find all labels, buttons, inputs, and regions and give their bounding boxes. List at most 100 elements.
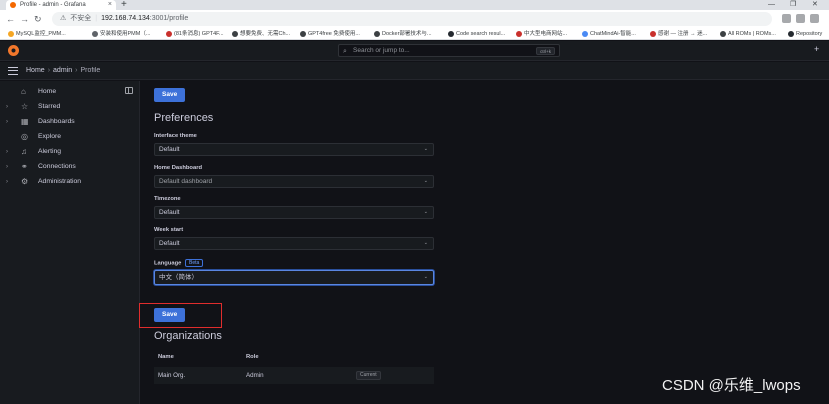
highlight-annotation-box: [139, 303, 222, 328]
sidebar-item-starred[interactable]: › ☆ Starred: [0, 100, 138, 114]
sidebar-item-dashboards[interactable]: › ▦ Dashboards: [0, 115, 138, 129]
organizations-heading: Organizations: [154, 330, 222, 342]
bookmark-favicon-icon: [166, 31, 172, 37]
bookmark-label: ChatMindAi-智能...: [590, 31, 636, 37]
sidebar-item-label: Home: [38, 88, 57, 95]
bookmark-favicon-icon: [720, 31, 726, 37]
bookmark-label: MySQL监控_PMM...: [16, 31, 66, 37]
sidebar-item-label: Explore: [38, 133, 62, 140]
translate-icon[interactable]: [782, 14, 791, 23]
chevron-right-icon[interactable]: ›: [6, 145, 8, 159]
bookmark-item[interactable]: All ROMs | ROMs...: [720, 28, 776, 40]
sidebar-nav: ⌂ Home › ☆ Starred › ▦ Dashboards ◎ Explore › ♫ Aler…: [0, 81, 140, 404]
chevron-right-icon[interactable]: ›: [6, 160, 8, 174]
bookmark-favicon-icon: [300, 31, 306, 37]
bookmark-item[interactable]: Repository: [788, 28, 822, 40]
bookmark-item[interactable]: 中大型电商网站...: [516, 28, 567, 40]
language-label-text: Language: [154, 260, 182, 267]
search-icon: ⌕: [343, 48, 347, 55]
sidebar-item-administration[interactable]: › ⚙ Administration: [0, 175, 138, 189]
browser-tab-strip: Profile - admin - Grafana × + — ❐ ✕: [0, 0, 829, 10]
breadcrumb-admin-link[interactable]: admin: [53, 67, 72, 74]
bookmark-item[interactable]: GPT4free 免费使用...: [300, 28, 360, 40]
bookmark-label: GPT4free 免费使用...: [308, 31, 360, 37]
forward-arrow-icon[interactable]: →: [20, 12, 29, 26]
week-start-select[interactable]: Default ⌄: [154, 237, 434, 250]
bookmark-label: Docker部署技术与...: [382, 31, 432, 37]
bookmark-item[interactable]: 感谢 — 注册 → 迷...: [650, 28, 707, 40]
search-input[interactable]: ⌕ Search or jump to... ctrl+k: [338, 44, 560, 57]
bookmark-item[interactable]: ChatMindAi-智能...: [582, 28, 636, 40]
grafana-logo-icon[interactable]: [8, 45, 19, 56]
menu-toggle-icon[interactable]: [8, 67, 18, 75]
apps-icon: ▦: [21, 117, 29, 126]
breadcrumb: Home › admin › Profile: [26, 66, 100, 76]
star-icon: ☆: [21, 102, 29, 111]
window-minimize-icon[interactable]: —: [768, 0, 775, 10]
link-icon: ⚭: [21, 162, 28, 171]
breadcrumb-current-page: Profile: [80, 67, 101, 74]
interface-theme-select[interactable]: Default ⌄: [154, 143, 434, 156]
grafana-top-bar: ⌕ Search or jump to... ctrl+k +: [0, 41, 829, 61]
back-arrow-icon[interactable]: ←: [6, 12, 15, 26]
beta-badge: Beta: [185, 259, 204, 267]
bookmark-item[interactable]: 安装和使用PMM（...: [92, 28, 150, 40]
bookmark-label: Code search resul...: [456, 31, 506, 37]
bookmark-item[interactable]: Docker部署技术与...: [374, 28, 432, 40]
chevron-down-icon: ⌄: [423, 240, 428, 246]
address-bar[interactable]: ⚠ 不安全 | 192.168.74.134:3001/profile: [52, 12, 772, 26]
timezone-select[interactable]: Default ⌄: [154, 206, 434, 219]
chevron-right-icon[interactable]: ›: [6, 115, 8, 129]
window-close-icon[interactable]: ✕: [812, 0, 818, 10]
sidebar-item-explore[interactable]: ◎ Explore: [0, 130, 138, 144]
breadcrumb-separator: ›: [75, 67, 78, 74]
window-maximize-icon[interactable]: ❐: [790, 0, 796, 10]
insecure-label: 不安全: [70, 15, 92, 22]
url-host: 192.168.74.134: [101, 15, 150, 22]
chevron-down-icon: ⌄: [423, 209, 428, 215]
sidebar-item-label: Alerting: [38, 148, 62, 155]
browser-tab-active[interactable]: Profile - admin - Grafana ×: [6, 0, 116, 10]
compass-icon: ◎: [21, 132, 28, 141]
address-separator: |: [95, 15, 98, 22]
home-dashboard-select[interactable]: Default dashboard ⌄: [154, 175, 434, 188]
breadcrumb-separator: ›: [47, 67, 51, 74]
org-role-cell: Admin: [246, 372, 264, 379]
bookmark-item[interactable]: 想要免费、无需Ch...: [232, 28, 290, 40]
chevron-right-icon[interactable]: ›: [6, 100, 8, 114]
bookmarks-bar: MySQL监控_PMM... 安装和使用PMM（... (81条消息) GPT4F.…: [0, 28, 829, 40]
home-icon: ⌂: [21, 87, 26, 96]
week-start-value: Default: [159, 240, 180, 247]
bookmark-label: All ROMs | ROMs...: [728, 31, 776, 37]
timezone-label: Timezone: [154, 196, 181, 202]
sidebar-item-home[interactable]: ⌂ Home: [0, 85, 138, 99]
bookmark-item[interactable]: (81条消息) GPT4F...: [166, 28, 224, 40]
home-dashboard-label: Home Dashboard: [154, 165, 202, 171]
browser-toolbar: ← → ↻ ⚠ 不安全 | 192.168.74.134:3001/profile: [0, 10, 829, 28]
reload-icon[interactable]: ↻: [34, 12, 42, 26]
grafana-favicon-icon: [10, 2, 16, 8]
tab-close-icon[interactable]: ×: [108, 0, 112, 10]
share-icon[interactable]: [796, 14, 805, 23]
language-value: 中文（简体）: [159, 274, 198, 281]
bookmark-item[interactable]: Code search resul...: [448, 28, 505, 40]
bookmark-label: 中大型电商网站...: [524, 31, 568, 37]
bookmark-label: 安装和使用PMM（...: [100, 31, 151, 37]
bookmark-item[interactable]: MySQL监控_PMM...: [8, 28, 66, 40]
add-new-button[interactable]: +: [814, 44, 819, 54]
language-select[interactable]: 中文（简体） ⌄: [154, 270, 434, 285]
chevron-down-icon: ⌄: [423, 178, 428, 184]
breadcrumb-home-link[interactable]: Home: [26, 67, 45, 74]
search-shortcut-badge: ctrl+k: [536, 47, 555, 55]
sidebar-item-connections[interactable]: › ⚭ Connections: [0, 160, 138, 174]
bookmark-star-icon[interactable]: [810, 14, 819, 23]
bookmark-label: 感谢 — 注册 → 迷...: [658, 31, 708, 37]
org-column-role: Role: [246, 354, 259, 360]
new-tab-button[interactable]: +: [121, 0, 127, 10]
top-save-button[interactable]: Save: [154, 88, 186, 102]
sidebar-item-alerting[interactable]: › ♫ Alerting: [0, 145, 138, 159]
chevron-down-icon: ⌄: [423, 274, 428, 280]
bookmark-favicon-icon: [582, 31, 588, 37]
bookmark-label: (81条消息) GPT4F...: [174, 31, 224, 37]
chevron-right-icon[interactable]: ›: [6, 175, 8, 189]
